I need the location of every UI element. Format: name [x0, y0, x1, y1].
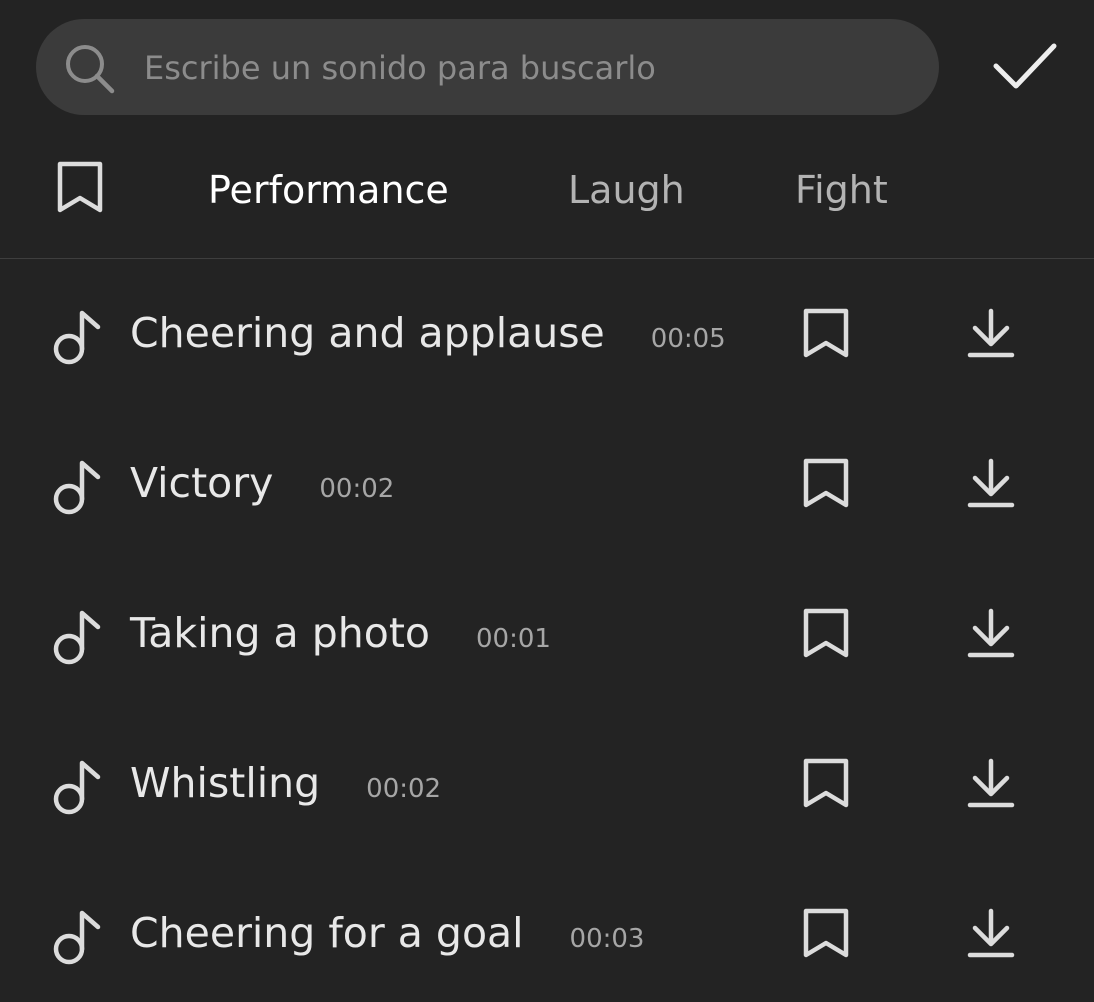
sound-name: Taking a photo [130, 609, 430, 657]
sound-picker-screen: Performance Laugh Fight Cheering and app… [0, 0, 1094, 1002]
tab-laugh[interactable]: Laugh [568, 165, 685, 215]
sound-duration: 00:02 [366, 774, 442, 804]
download-icon[interactable] [964, 457, 1018, 511]
sound-row[interactable]: Whistling 00:02 [0, 709, 1094, 859]
bookmark-icon[interactable] [800, 907, 852, 961]
sound-duration: 00:05 [650, 324, 726, 354]
download-icon[interactable] [964, 307, 1018, 361]
sound-name: Whistling [130, 759, 321, 807]
tab-saved[interactable] [52, 160, 108, 216]
music-note-icon [52, 759, 104, 815]
bookmark-icon [52, 160, 108, 216]
sound-duration: 00:03 [569, 924, 645, 954]
sound-name: Victory [130, 459, 274, 507]
sound-row[interactable]: Cheering for a goal 00:03 [0, 859, 1094, 1002]
music-note-icon [52, 309, 104, 365]
bookmark-icon[interactable] [800, 307, 852, 361]
download-icon[interactable] [964, 757, 1018, 811]
bookmark-icon[interactable] [800, 757, 852, 811]
confirm-button[interactable] [990, 38, 1060, 94]
download-icon[interactable] [964, 907, 1018, 961]
bookmark-icon[interactable] [800, 607, 852, 661]
tab-fight[interactable]: Fight [795, 165, 888, 215]
bookmark-icon[interactable] [800, 457, 852, 511]
sound-name: Cheering and applause [130, 309, 605, 357]
checkmark-icon [990, 38, 1060, 94]
sound-row[interactable]: Taking a photo 00:01 [0, 559, 1094, 709]
sound-row[interactable]: Cheering and applause 00:05 [0, 259, 1094, 409]
music-note-icon [52, 909, 104, 965]
music-note-icon [52, 609, 104, 665]
sound-duration: 00:02 [319, 474, 395, 504]
search-icon [63, 42, 117, 96]
sound-name: Cheering for a goal [130, 909, 524, 957]
sound-row[interactable]: Victory 00:02 [0, 409, 1094, 559]
download-icon[interactable] [964, 607, 1018, 661]
search-input[interactable] [144, 40, 904, 96]
music-note-icon [52, 459, 104, 515]
sound-duration: 00:01 [475, 624, 551, 654]
tab-performance[interactable]: Performance [208, 165, 449, 215]
